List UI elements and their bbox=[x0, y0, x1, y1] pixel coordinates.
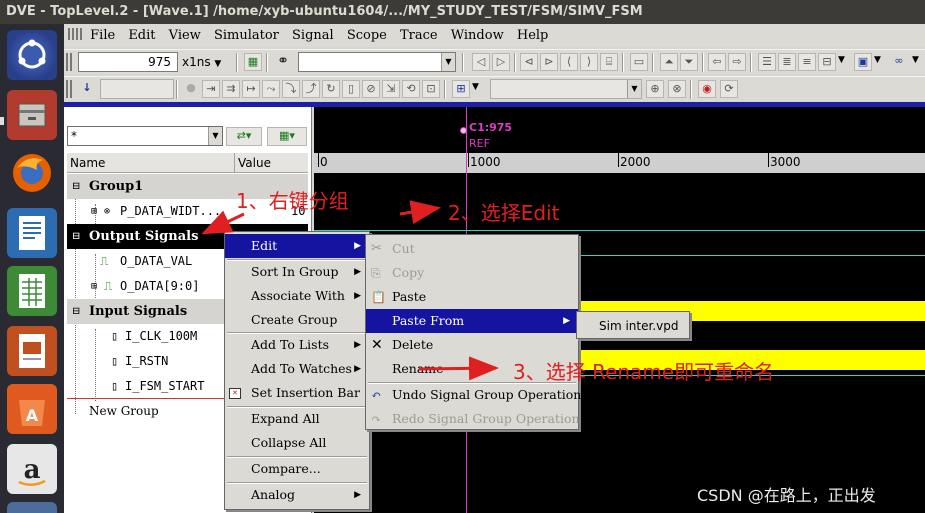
watermark: CSDN @在路上，正出发 bbox=[697, 486, 876, 505]
annotation-arrows bbox=[201, 200, 499, 381]
annotation-arrow-1 bbox=[201, 210, 245, 235]
annotation-step1: 1、右键分组 bbox=[236, 189, 349, 213]
annotation-step3: 3、选择 Rename即可重命名 bbox=[513, 360, 775, 384]
annotation-arrow-3 bbox=[418, 356, 499, 381]
annotation-step2: 2、选择Edit bbox=[448, 201, 560, 225]
annotation-arrow-2 bbox=[399, 200, 441, 225]
